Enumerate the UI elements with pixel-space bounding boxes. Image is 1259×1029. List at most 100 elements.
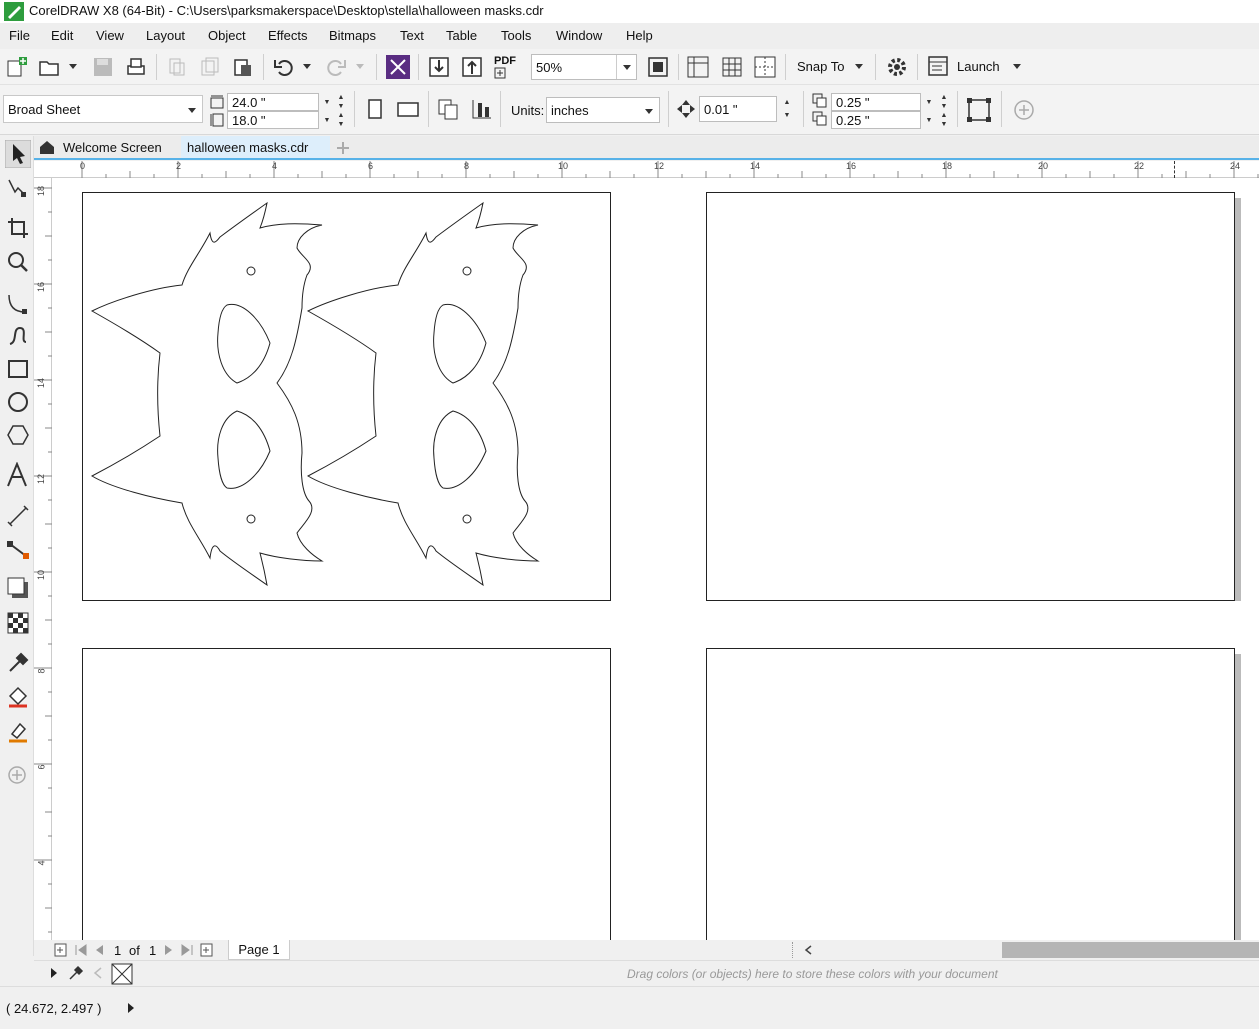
duplicate-y-spinner[interactable]: ▼ bbox=[922, 111, 936, 129]
menu-help[interactable]: Help bbox=[626, 28, 653, 43]
drawing-canvas[interactable] bbox=[52, 178, 1259, 940]
all-pages-icon[interactable] bbox=[436, 97, 462, 121]
add-tab-icon[interactable] bbox=[335, 140, 351, 156]
smart-fill-icon[interactable] bbox=[6, 720, 30, 744]
save-icon[interactable] bbox=[92, 56, 114, 78]
next-page-icon[interactable] bbox=[162, 943, 176, 957]
menu-text[interactable]: Text bbox=[400, 28, 424, 43]
duplicate-y-field[interactable]: 0.25 " bbox=[831, 111, 921, 129]
print-icon[interactable] bbox=[125, 56, 147, 78]
mask-drawings[interactable] bbox=[83, 193, 610, 600]
menu-tools[interactable]: Tools bbox=[501, 28, 531, 43]
menu-object[interactable]: Object bbox=[208, 28, 246, 43]
grid-icon[interactable] bbox=[720, 55, 744, 79]
pdf-label[interactable]: PDF bbox=[494, 55, 516, 67]
units-dropdown[interactable]: inches bbox=[546, 97, 660, 123]
chevron-down-icon[interactable] bbox=[68, 61, 78, 71]
import-icon[interactable] bbox=[427, 55, 451, 79]
new-document-icon[interactable] bbox=[6, 56, 28, 78]
rulers-icon[interactable] bbox=[686, 55, 710, 79]
pick-tool-icon[interactable] bbox=[5, 140, 31, 168]
vertical-ruler[interactable]: 18 16 14 12 10 8 6 4 bbox=[34, 178, 52, 940]
transparency-tool-icon[interactable] bbox=[6, 611, 30, 635]
duplicate-y-stepper[interactable]: ▲ ▼ bbox=[937, 111, 951, 129]
redo-dropdown-icon[interactable] bbox=[355, 61, 365, 71]
add-icon[interactable] bbox=[1013, 99, 1035, 121]
launch-icon[interactable] bbox=[927, 55, 949, 77]
last-page-icon[interactable] bbox=[180, 943, 194, 957]
open-folder-icon[interactable] bbox=[38, 56, 60, 78]
no-fill-swatch-icon[interactable] bbox=[111, 963, 133, 985]
palette-arrow-icon[interactable] bbox=[49, 967, 59, 979]
menu-edit[interactable]: Edit bbox=[51, 28, 73, 43]
page-bottom-left[interactable] bbox=[82, 648, 611, 940]
rectangle-tool-icon[interactable] bbox=[6, 357, 30, 381]
eyedropper-icon[interactable] bbox=[67, 964, 85, 982]
page-width-spinner[interactable]: ▼ bbox=[320, 93, 334, 111]
bounding-box-icon[interactable] bbox=[965, 96, 993, 124]
zoom-tool-icon[interactable] bbox=[6, 250, 30, 274]
palette-scroll-left-icon[interactable] bbox=[92, 966, 104, 980]
menu-layout[interactable]: Layout bbox=[146, 28, 185, 43]
chevron-down-icon[interactable] bbox=[187, 105, 197, 115]
add-tool-icon[interactable] bbox=[7, 765, 27, 785]
portrait-icon[interactable] bbox=[364, 98, 386, 120]
redo-icon[interactable] bbox=[325, 56, 347, 78]
first-page-icon[interactable] bbox=[74, 943, 88, 957]
zoom-to-page-icon[interactable] bbox=[646, 55, 670, 79]
dimension-tool-icon[interactable] bbox=[6, 504, 30, 528]
page-width-field[interactable]: 24.0 " bbox=[227, 93, 319, 111]
connector-tool-icon[interactable] bbox=[6, 538, 30, 562]
copy-icon[interactable] bbox=[199, 56, 221, 78]
launch-button[interactable]: Launch bbox=[957, 59, 1000, 74]
export-icon[interactable] bbox=[460, 55, 484, 79]
page-height-stepper[interactable]: ▲ ▼ bbox=[334, 111, 348, 129]
launch-dropdown-icon[interactable] bbox=[1012, 61, 1022, 71]
duplicate-x-spinner[interactable]: ▼ bbox=[922, 93, 936, 111]
current-page-number[interactable]: 1 bbox=[114, 943, 121, 958]
freehand-tool-icon[interactable] bbox=[6, 292, 30, 316]
undo-icon[interactable] bbox=[273, 56, 295, 78]
tab-halloween-masks[interactable]: halloween masks.cdr bbox=[181, 136, 330, 158]
zoom-level-dropdown[interactable]: 50% bbox=[531, 54, 637, 80]
chevron-down-icon[interactable] bbox=[644, 106, 654, 116]
polygon-tool-icon[interactable] bbox=[6, 423, 30, 447]
page-height-field[interactable]: 18.0 " bbox=[227, 111, 319, 129]
eyedropper-icon[interactable] bbox=[6, 651, 30, 675]
horizontal-scrollbar-thumb[interactable] bbox=[1002, 942, 1259, 958]
landscape-icon[interactable] bbox=[396, 98, 420, 120]
artistic-media-tool-icon[interactable] bbox=[6, 324, 30, 348]
previous-page-icon[interactable] bbox=[92, 943, 106, 957]
scroll-left-icon[interactable] bbox=[802, 943, 816, 957]
page-width-stepper[interactable]: ▲ ▼ bbox=[334, 93, 348, 111]
publish-pdf-icon[interactable] bbox=[494, 67, 508, 79]
text-tool-icon[interactable] bbox=[5, 462, 31, 488]
horizontal-ruler[interactable]: 0 2 4 6 8 10 12 14 16 18 20 22 24 bbox=[34, 161, 1259, 178]
snap-dropdown-icon[interactable] bbox=[854, 61, 864, 71]
page-tab[interactable]: Page 1 bbox=[228, 940, 290, 960]
corel-connect-icon[interactable] bbox=[386, 55, 410, 79]
duplicate-x-field[interactable]: 0.25 " bbox=[831, 93, 921, 111]
menu-window[interactable]: Window bbox=[556, 28, 602, 43]
menu-bitmaps[interactable]: Bitmaps bbox=[329, 28, 376, 43]
duplicate-x-stepper[interactable]: ▲ ▼ bbox=[937, 93, 951, 111]
snap-to-button[interactable]: Snap To bbox=[797, 59, 844, 74]
paper-size-dropdown[interactable]: Broad Sheet bbox=[3, 95, 203, 123]
current-page-icon[interactable] bbox=[470, 97, 494, 121]
ellipse-tool-icon[interactable] bbox=[6, 390, 30, 414]
page-top-left[interactable] bbox=[82, 192, 611, 601]
add-page-before-icon[interactable] bbox=[54, 943, 68, 957]
cut-icon[interactable] bbox=[166, 56, 188, 78]
menu-view[interactable]: View bbox=[96, 28, 124, 43]
undo-dropdown-icon[interactable] bbox=[302, 61, 312, 71]
interactive-fill-icon[interactable] bbox=[6, 686, 30, 710]
page-height-spinner[interactable]: ▼ bbox=[320, 111, 334, 129]
gear-icon[interactable] bbox=[885, 55, 909, 79]
add-page-after-icon[interactable] bbox=[200, 943, 214, 957]
scrollbar-splitter[interactable] bbox=[792, 942, 800, 958]
nudge-distance-field[interactable]: 0.01 " bbox=[699, 96, 777, 122]
menu-file[interactable]: File bbox=[9, 28, 30, 43]
crop-tool-icon[interactable] bbox=[6, 216, 30, 240]
paste-icon[interactable] bbox=[232, 56, 254, 78]
shape-tool-icon[interactable] bbox=[6, 176, 30, 200]
